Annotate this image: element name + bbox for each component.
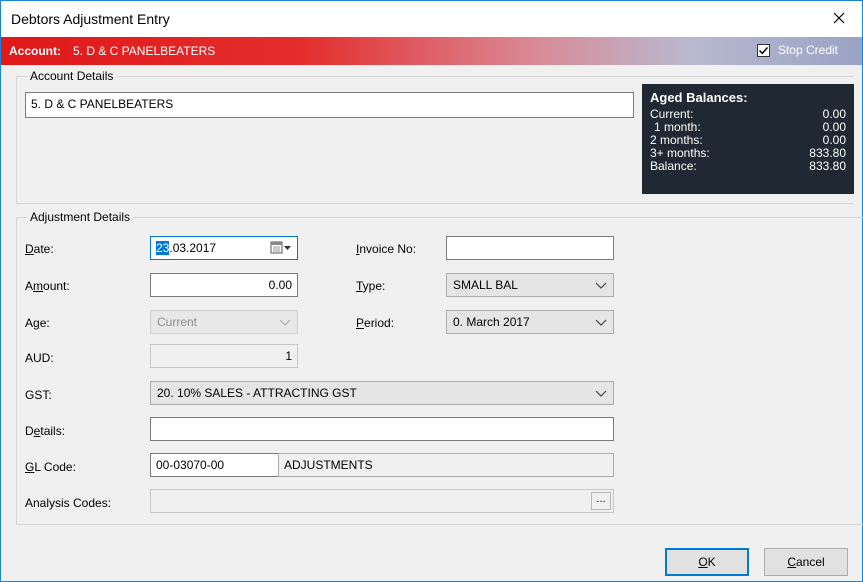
date-rest: .03.2017 (169, 241, 217, 255)
aud-label: AUD: (25, 351, 54, 365)
chevron-down-icon (279, 319, 291, 326)
invoice-label: Invoice No: (356, 242, 417, 256)
gl-description-field: ADJUSTMENTS (278, 453, 614, 477)
type-value: SMALL BAL (453, 278, 518, 292)
chevron-down-icon (595, 282, 607, 289)
details-label: Details: (25, 424, 66, 438)
date-label: Date: (25, 242, 54, 256)
cancel-button[interactable]: Cancel (764, 548, 848, 576)
title-bar: Debtors Adjustment Entry (1, 1, 862, 37)
analysis-codes-label: Analysis Codes: (25, 496, 112, 510)
window-title: Debtors Adjustment Entry (11, 11, 170, 27)
amount-label: Amount: (25, 279, 70, 293)
account-details-title: Account Details (27, 69, 117, 83)
gst-select[interactable]: 20. 10% SALES - ATTRACTING GST (150, 381, 614, 405)
date-field[interactable]: 23.03.2017 (150, 236, 298, 260)
close-icon (833, 12, 845, 24)
amount-field[interactable]: 0.00 (150, 273, 298, 297)
gst-label: GST: (25, 388, 52, 402)
gst-value: 20. 10% SALES - ATTRACTING GST (157, 386, 357, 400)
account-name-field[interactable]: 5. D & C PANELBEATERS (25, 92, 634, 118)
invoice-field[interactable] (446, 236, 614, 260)
stop-credit-checkbox[interactable]: Stop Credit (756, 43, 838, 57)
account-name: 5. D & C PANELBEATERS (73, 44, 216, 58)
gl-code-label: GL Code: (25, 460, 76, 474)
analysis-browse-button[interactable]: ... (591, 492, 611, 510)
account-bar: Account: 5. D & C PANELBEATERS Stop Cred… (1, 37, 862, 65)
account-label: Account: (9, 44, 61, 58)
chevron-down-icon (595, 319, 607, 326)
ok-button[interactable]: OK (665, 548, 749, 576)
period-label: Period: (356, 316, 395, 330)
adjustment-details-title: Adjustment Details (27, 210, 134, 224)
period-value: 0. March 2017 (453, 315, 530, 329)
calendar-dropdown-icon[interactable] (270, 241, 292, 258)
close-button[interactable] (816, 1, 862, 35)
stop-credit-label: Stop Credit (777, 43, 838, 57)
aged-balances-title: Aged Balances: (650, 90, 748, 105)
age-label: Age: (25, 316, 50, 330)
details-field[interactable] (150, 417, 614, 441)
type-label: Type: (356, 279, 386, 293)
date-selected-part: 23 (156, 241, 170, 255)
chevron-down-icon (595, 390, 607, 397)
aged-balances-panel: Aged Balances: Current: 0.00 1 month: 0.… (642, 84, 854, 194)
type-select[interactable]: SMALL BAL (446, 273, 614, 297)
period-select[interactable]: 0. March 2017 (446, 310, 614, 334)
aud-field: 1 (150, 344, 298, 368)
age-value: Current (157, 315, 198, 329)
age-select: Current (150, 310, 298, 334)
aged-row-balance: Balance: 833.80 (650, 159, 846, 173)
dialog-window: Debtors Adjustment Entry Account: 5. D &… (0, 0, 863, 582)
analysis-codes-field (150, 489, 614, 513)
gl-code-field[interactable]: 00-03070-00 (150, 453, 279, 477)
checkbox-checked-icon (756, 43, 770, 57)
adjustment-details-group (16, 217, 863, 525)
